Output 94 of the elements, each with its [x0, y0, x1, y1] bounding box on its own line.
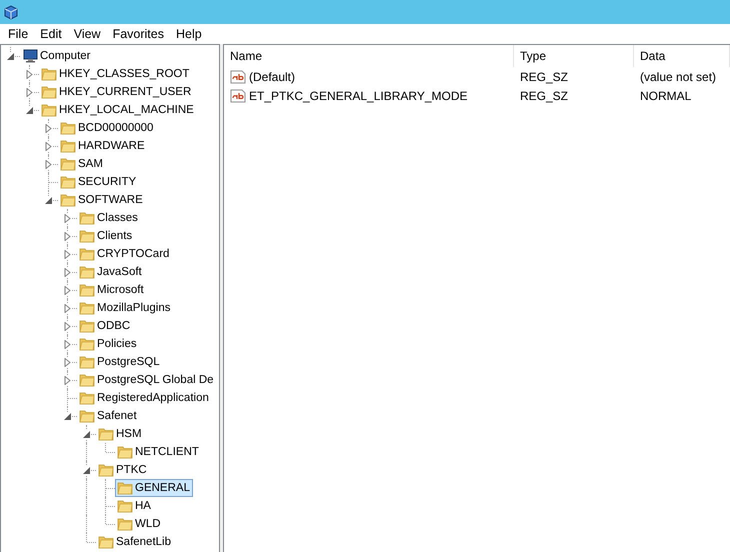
tree-item[interactable]: HSM	[96, 425, 145, 443]
folder-icon	[79, 283, 95, 297]
tree-item[interactable]: BCD00000000	[58, 119, 156, 137]
folder-icon	[60, 175, 76, 189]
menu-item[interactable]: File	[2, 27, 34, 41]
tree-item[interactable]: ODBC	[77, 317, 134, 335]
collapsed-arrow-icon[interactable]	[63, 214, 72, 222]
tree-item[interactable]: CRYPTOCard	[77, 245, 172, 263]
expanded-arrow-icon[interactable]	[82, 466, 91, 474]
collapsed-arrow-icon[interactable]	[63, 232, 72, 240]
tree-item[interactable]: GENERAL	[115, 479, 193, 497]
folder-icon	[79, 229, 95, 243]
value-data-cell-text: NORMAL	[639, 88, 692, 102]
folder-icon	[79, 355, 95, 369]
folder-icon	[79, 373, 95, 387]
value-name-cell[interactable]: ET_PTKC_GENERAL_LIBRARY_MODE	[224, 88, 514, 102]
folder-icon	[79, 265, 95, 279]
menu-item[interactable]: Help	[170, 27, 208, 41]
tree-item[interactable]: JavaSoft	[77, 263, 145, 281]
collapsed-arrow-icon[interactable]	[25, 70, 34, 78]
folder-icon	[41, 85, 57, 99]
folder-icon	[79, 409, 95, 423]
value-type-cell-text: REG_SZ	[519, 70, 570, 84]
tree-item[interactable]: MozillaPlugins	[77, 299, 174, 317]
tree-item[interactable]: Microsoft	[77, 281, 147, 299]
tree-item[interactable]: Safenet	[77, 407, 140, 425]
tree-item[interactable]: Policies	[77, 335, 140, 353]
tree-item[interactable]: HARDWARE	[58, 137, 148, 155]
tree-item[interactable]: HKEY_CURRENT_USER	[39, 83, 194, 101]
menu-item[interactable]: Favorites	[106, 27, 170, 41]
string-value-icon	[230, 88, 246, 102]
column-header[interactable]: Type	[514, 45, 634, 67]
expanded-arrow-icon[interactable]	[82, 430, 91, 438]
tree-item[interactable]: SafenetLib	[96, 533, 174, 551]
collapsed-arrow-icon[interactable]	[63, 304, 72, 312]
tree-item[interactable]: HA	[115, 497, 154, 515]
collapsed-arrow-icon[interactable]	[63, 358, 72, 366]
folder-icon	[79, 247, 95, 261]
computer-icon	[22, 49, 38, 63]
folder-icon	[117, 517, 133, 531]
tree-item[interactable]: Clients	[77, 227, 136, 245]
column-header[interactable]: Name	[224, 45, 514, 67]
column-header[interactable]: Data	[634, 45, 730, 67]
collapsed-arrow-icon[interactable]	[63, 286, 72, 294]
folder-icon	[98, 463, 114, 477]
collapsed-arrow-icon[interactable]	[44, 142, 53, 150]
value-data-cell-text: (value not set)	[639, 70, 718, 84]
folder-icon	[41, 103, 57, 117]
folder-icon	[79, 391, 95, 405]
collapsed-arrow-icon[interactable]	[63, 322, 72, 330]
folder-icon	[60, 121, 76, 135]
tree-item[interactable]: SOFTWARE	[58, 191, 146, 209]
folder-icon	[79, 211, 95, 225]
tree-item[interactable]: Computer	[20, 47, 94, 65]
value-type-cell-text: REG_SZ	[519, 88, 570, 102]
collapsed-arrow-icon[interactable]	[63, 250, 72, 258]
expanded-arrow-icon[interactable]	[63, 412, 72, 420]
folder-icon	[41, 67, 57, 81]
tree-item[interactable]: WLD	[115, 515, 164, 533]
registry-editor-icon	[3, 4, 19, 20]
menu-item[interactable]: View	[68, 27, 107, 41]
folder-icon	[117, 481, 133, 495]
expanded-arrow-icon[interactable]	[6, 52, 15, 60]
expanded-arrow-icon[interactable]	[25, 106, 34, 114]
collapsed-arrow-icon[interactable]	[44, 124, 53, 132]
tree-item[interactable]: RegisteredApplication	[77, 389, 212, 407]
folder-icon	[98, 535, 114, 549]
string-value-icon	[230, 70, 246, 84]
folder-icon	[79, 319, 95, 333]
folder-icon	[60, 193, 76, 207]
tree-item[interactable]: HKEY_CLASSES_ROOT	[39, 65, 192, 83]
folder-icon	[98, 427, 114, 441]
collapsed-arrow-icon[interactable]	[44, 160, 53, 168]
collapsed-arrow-icon[interactable]	[63, 376, 72, 384]
tree-item[interactable]: PostgreSQL	[77, 353, 163, 371]
collapsed-arrow-icon[interactable]	[63, 268, 72, 276]
tree-item[interactable]: HKEY_LOCAL_MACHINE	[39, 101, 197, 119]
tree-item[interactable]: NETCLIENT	[115, 443, 202, 461]
expanded-arrow-icon[interactable]	[44, 196, 53, 204]
folder-icon	[117, 499, 133, 513]
tree-item[interactable]: SECURITY	[58, 173, 140, 191]
tree-item[interactable]: Classes	[77, 209, 141, 227]
folder-icon	[117, 445, 133, 459]
folder-icon	[60, 157, 76, 171]
menu-item[interactable]: Edit	[34, 27, 68, 41]
tree-item[interactable]: SAM	[58, 155, 106, 173]
folder-icon	[79, 301, 95, 315]
value-name-cell[interactable]: (Default)	[224, 70, 514, 84]
collapsed-arrow-icon[interactable]	[25, 88, 34, 96]
collapsed-arrow-icon[interactable]	[63, 340, 72, 348]
tree-item[interactable]: PostgreSQL Global De	[77, 371, 217, 389]
folder-icon	[60, 139, 76, 153]
tree-item[interactable]: PTKC	[96, 461, 150, 479]
folder-icon	[79, 337, 95, 351]
